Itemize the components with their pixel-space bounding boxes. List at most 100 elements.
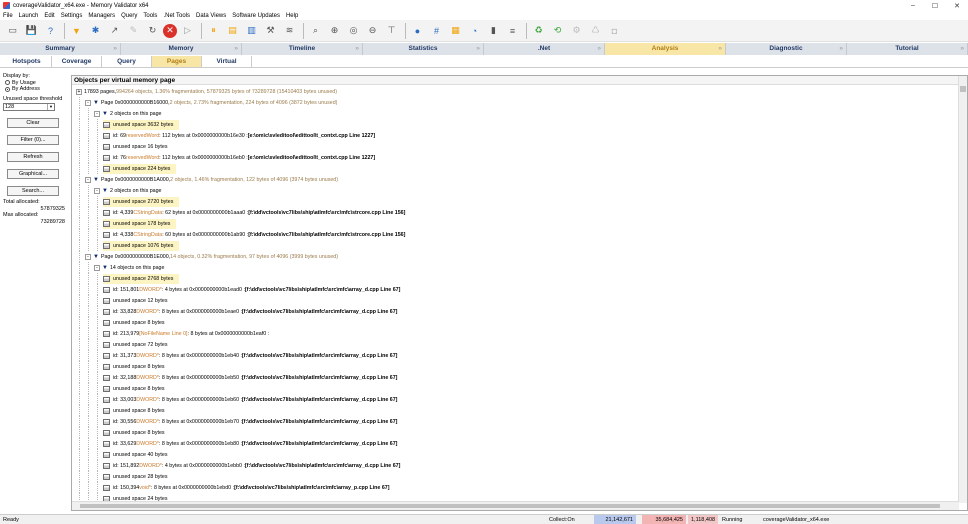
vertical-scrollbar[interactable] <box>958 76 967 503</box>
tree-row[interactable]: - ▼ 2 objects on this page <box>72 185 959 196</box>
collapse-icon[interactable]: - <box>85 253 91 260</box>
zoom-in-icon[interactable]: ⊕ <box>326 22 343 39</box>
zoom-icon[interactable]: ◎ <box>345 22 362 39</box>
search-icon[interactable]: ⌕ <box>307 22 324 39</box>
tab-diagnostic[interactable]: Diagnostic » <box>726 43 847 55</box>
pause-icon[interactable]: ⏸ <box>205 22 222 39</box>
battery-icon[interactable]: ▮ <box>485 22 502 39</box>
tree-row[interactable]: unused space 8 bytes <box>72 383 959 394</box>
tree-row[interactable]: id: 32,188 DWORD* : 8 bytes at 0x0000000… <box>72 372 959 383</box>
bar-chart-icon[interactable]: ▥ <box>243 22 260 39</box>
tab-net[interactable]: .Net » <box>484 43 605 55</box>
tree-row[interactable]: - ▼ 2 objects on this page <box>72 108 959 119</box>
tree-row[interactable]: unused space 8 bytes <box>72 405 959 416</box>
tools-icon[interactable]: ⚒ <box>262 22 279 39</box>
subtab-virtual[interactable]: Virtual <box>202 56 252 67</box>
droplet-icon[interactable]: ● <box>409 22 426 39</box>
tree-row[interactable]: id: 4,338 CStringData : 60 bytes at 0x00… <box>72 229 959 240</box>
menu-item-nettools[interactable]: .Net Tools <box>163 13 190 19</box>
tree-row[interactable]: id: 30,556 DWORD* : 8 bytes at 0x0000000… <box>72 416 959 427</box>
stop-icon[interactable]: ✕ <box>163 23 177 38</box>
recycle-green-icon[interactable]: ♻ <box>530 22 547 39</box>
tab-timeline[interactable]: Timeline » <box>242 43 363 55</box>
subtab-coverage[interactable]: Coverage <box>52 56 102 67</box>
tree-row[interactable]: unused space 178 bytes <box>72 218 959 229</box>
subtab-pages[interactable]: Pages <box>152 56 202 67</box>
camera-icon[interactable]: ◘ <box>606 22 623 39</box>
tree-row[interactable]: id: 150,394 void* : 8 bytes at 0x0000000… <box>72 482 959 493</box>
tree-row[interactable]: unused space 12 bytes <box>72 295 959 306</box>
tree-row[interactable]: +17893 pages, 994264 objects, 1.36% frag… <box>72 86 959 97</box>
save-icon[interactable]: 💾 <box>23 22 40 39</box>
collapse-icon[interactable]: - <box>85 176 91 183</box>
tree-row[interactable]: id: 151,892 DWORD* : 4 bytes at 0x000000… <box>72 460 959 471</box>
menu-item-file[interactable]: File <box>3 13 13 19</box>
graphical-button[interactable]: Graphical... <box>7 169 59 179</box>
tab-tutorial[interactable]: Tutorial » <box>847 43 968 55</box>
close-button[interactable]: ✕ <box>946 0 968 11</box>
tree-row[interactable]: unused space 224 bytes <box>72 163 959 174</box>
list-icon[interactable]: ≡ <box>504 22 521 39</box>
menu-item-managers[interactable]: Managers <box>88 13 115 19</box>
tree-row[interactable]: unused space 3632 bytes <box>72 119 959 130</box>
tree-row[interactable]: id: 76 reservedWord : 112 bytes at 0x000… <box>72 152 959 163</box>
menu-item-launch[interactable]: Launch <box>19 13 39 19</box>
grid-icon[interactable]: ▦ <box>447 22 464 39</box>
menu-item-edit[interactable]: Edit <box>44 13 54 19</box>
threshold-select[interactable]: 128 ▼ <box>3 103 55 111</box>
collapse-icon[interactable]: - <box>94 110 100 117</box>
page-tree[interactable]: +17893 pages, 994264 objects, 1.36% frag… <box>72 86 959 503</box>
tree-row[interactable]: unused space 40 bytes <box>72 449 959 460</box>
tab-summary[interactable]: Summary » <box>0 43 121 55</box>
help-icon[interactable]: ? <box>42 22 59 39</box>
refresh-button[interactable]: Refresh <box>7 152 59 162</box>
menu-item-tools[interactable]: Tools <box>143 13 157 19</box>
collapse-icon[interactable]: - <box>94 264 100 271</box>
menu-item-help[interactable]: Help <box>286 13 298 19</box>
filter-icon[interactable]: ▼ <box>68 22 85 39</box>
tree-row[interactable]: unused space 16 bytes <box>72 141 959 152</box>
clear-button[interactable]: Clear <box>7 118 59 128</box>
tree-row[interactable]: unused space 8 bytes <box>72 427 959 438</box>
pen-icon[interactable]: ✎ <box>125 22 142 39</box>
heap-icon[interactable]: ≋ <box>281 22 298 39</box>
by-address-radio[interactable]: By Address <box>5 86 67 93</box>
chart-icon[interactable]: ▤ <box>224 22 241 39</box>
new-file-icon[interactable]: ▭ <box>4 22 21 39</box>
tab-statistics[interactable]: Statistics » <box>363 43 484 55</box>
tree-row[interactable]: id: 33,629 DWORD* : 8 bytes at 0x0000000… <box>72 438 959 449</box>
refresh-icon[interactable]: ↻ <box>144 22 161 39</box>
play-icon[interactable]: ▷ <box>179 22 196 39</box>
gear-gray-icon[interactable]: ⚙ <box>568 22 585 39</box>
menu-item-softwareupdates[interactable]: Software Updates <box>232 13 280 19</box>
filter-button[interactable]: Filter (0)... <box>7 135 59 145</box>
zoom-out-icon[interactable]: ⊖ <box>364 22 381 39</box>
collapse-icon[interactable]: - <box>85 99 91 106</box>
maximize-button[interactable]: ☐ <box>924 0 946 11</box>
recycle-gray-icon[interactable]: ♺ <box>587 22 604 39</box>
pie-icon[interactable]: ◔ <box>466 22 483 39</box>
subtab-hotspots[interactable]: Hotspots <box>2 56 52 67</box>
tree-row[interactable]: unused space 8 bytes <box>72 317 959 328</box>
tree-row[interactable]: unused space 2768 bytes <box>72 273 959 284</box>
tree-row[interactable]: unused space 1076 bytes <box>72 240 959 251</box>
collapse-icon[interactable]: - <box>94 187 100 194</box>
tab-analysis[interactable]: Analysis » <box>605 43 726 55</box>
hex-icon[interactable]: # <box>428 22 445 39</box>
menu-item-dataviews[interactable]: Data Views <box>196 13 226 19</box>
scroll-thumb[interactable] <box>960 86 966 92</box>
menu-item-settings[interactable]: Settings <box>61 13 83 19</box>
expand-icon[interactable]: + <box>76 88 82 95</box>
tree-row[interactable]: - ▼ 14 objects on this page <box>72 262 959 273</box>
tree-row[interactable]: id: 31,373 DWORD* : 8 bytes at 0x0000000… <box>72 350 959 361</box>
recycle-back-icon[interactable]: ⟲ <box>549 22 566 39</box>
tree-row[interactable]: - ▼ Page 0x0000000000B16000, 2 objects, 2.… <box>72 97 959 108</box>
tree-row[interactable]: id: 69 reservedWord : 112 bytes at 0x000… <box>72 130 959 141</box>
tree-row[interactable]: id: 4,339 CStringData : 62 bytes at 0x00… <box>72 207 959 218</box>
tree-row[interactable]: id: 33,828 DWORD* : 8 bytes at 0x0000000… <box>72 306 959 317</box>
tab-memory[interactable]: Memory » <box>121 43 242 55</box>
horizontal-scrollbar[interactable] <box>72 501 959 510</box>
tree-row[interactable]: unused space 8 bytes <box>72 361 959 372</box>
subtab-query[interactable]: Query <box>102 56 152 67</box>
tree-row[interactable]: id: 213,979 [NoFileName Line 0] : 8 byte… <box>72 328 959 339</box>
